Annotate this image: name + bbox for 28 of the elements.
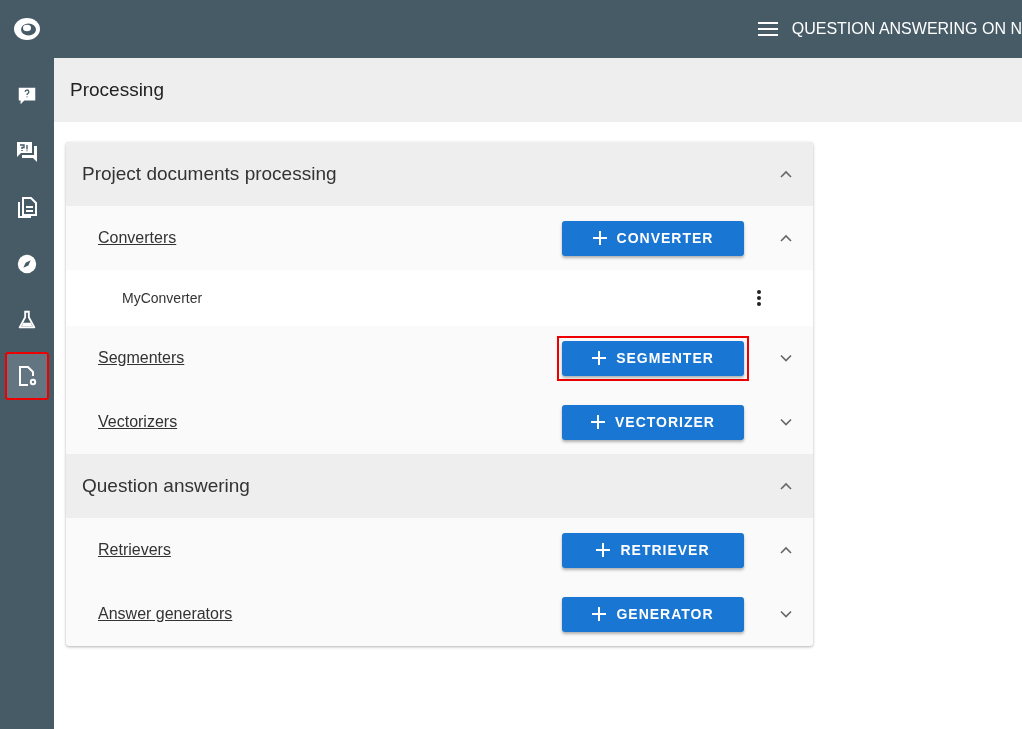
chat-bubbles-icon xyxy=(15,140,39,164)
plus-icon xyxy=(591,415,605,429)
group-link[interactable]: Segmenters xyxy=(98,349,557,367)
plus-icon xyxy=(592,607,607,621)
section-title: Question answering xyxy=(82,475,251,497)
flask-icon xyxy=(16,309,38,331)
compass-icon xyxy=(16,253,38,275)
group-link[interactable]: Vectorizers xyxy=(98,413,557,431)
menu-button[interactable] xyxy=(757,22,778,36)
eye-logo-icon xyxy=(12,16,42,42)
add-button[interactable]: CONVERTER xyxy=(562,220,744,256)
add-button[interactable]: VECTORIZER xyxy=(562,404,744,440)
add-button[interactable]: GENERATOR xyxy=(562,596,744,632)
plus-icon xyxy=(592,351,607,365)
group-link[interactable]: Converters xyxy=(98,229,557,247)
app-title: QUESTION ANSWERING ON N xyxy=(791,20,1022,38)
add-button[interactable]: SEGMENTER xyxy=(562,340,744,376)
group-link[interactable]: Retrievers xyxy=(98,541,557,559)
item-name: MyConverter xyxy=(122,290,204,306)
add-button[interactable]: RETRIEVER xyxy=(562,532,744,568)
plus-icon xyxy=(592,231,607,245)
group-link[interactable]: Answer generators xyxy=(98,605,557,623)
sidebar-item[interactable] xyxy=(5,352,49,400)
more-vert-icon[interactable] xyxy=(757,290,761,306)
documents-icon xyxy=(15,196,39,220)
page-title: Processing xyxy=(54,58,1022,122)
plus-icon xyxy=(596,543,611,557)
section-title: Project documents processing xyxy=(82,163,338,185)
